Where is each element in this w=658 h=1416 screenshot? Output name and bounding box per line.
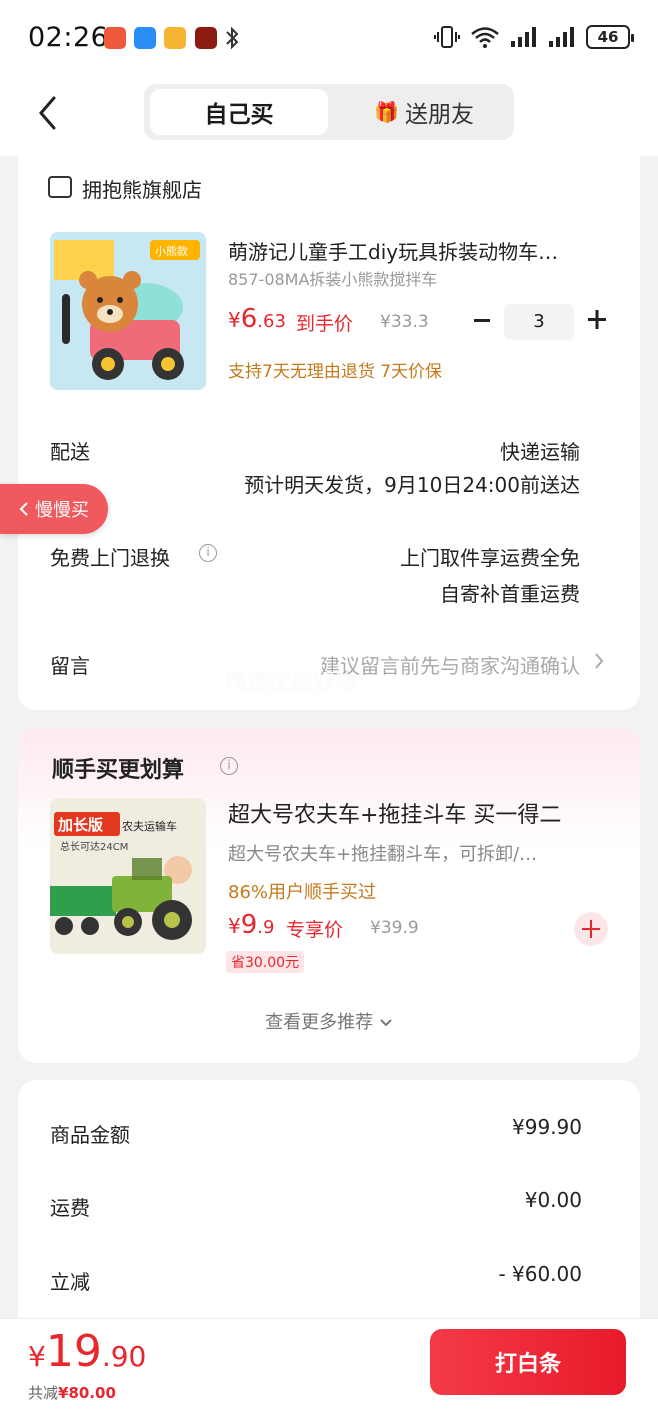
delivery-method: 快递运输 [500,440,580,464]
addon-popularity: 86%用户顺手买过 [228,882,377,903]
delivery-label: 配送 [50,440,90,464]
addon-product-image[interactable]: 加长版 农夫运输车 总长可达24CM [50,798,206,954]
minus-icon [474,319,490,322]
signal-icon [511,27,536,47]
product-original-price: ¥33.3 [380,312,429,332]
vibrate-icon [434,26,460,48]
return-self-ship-info: 自寄补首重运费 [440,582,580,606]
chevron-down-icon [380,1019,392,1027]
chevron-right-icon[interactable] [594,652,604,674]
product-image[interactable]: 小熊款 [50,232,206,390]
product-promise: 支持7天无理由退货 7天价保 [228,362,443,382]
message-input[interactable]: 建议留言前先与商家沟通确认 [320,650,580,679]
back-button[interactable] [32,93,62,133]
slow-buy-button[interactable]: 慢慢买 [0,484,108,534]
addon-image-badge: 加长版 [57,816,103,834]
gift-icon: 🎁 [374,100,399,124]
addon-price: ¥9.9 [228,910,275,940]
info-icon[interactable]: i [199,544,217,562]
total-price: ¥19.90 [28,1326,147,1377]
shipping-fee-value: ¥0.00 [524,1188,582,1212]
view-more-recommendations[interactable]: 查看更多推荐 [0,1008,658,1034]
quantity-input[interactable]: 3 [504,304,574,340]
product-price: ¥6.63 [228,304,286,334]
pay-later-button[interactable]: 打白条 [430,1329,626,1395]
product-title[interactable]: 萌游记儿童手工diy玩具拆装动物车… [228,236,598,265]
bluetooth-icon [224,24,240,56]
chevron-left-icon [19,502,28,516]
status-time: 02:26 [28,22,109,53]
battery-indicator: 46 [586,25,634,49]
shipping-fee-label: 运费 [50,1196,90,1220]
addon-section-title: 顺手买更划算 [52,758,185,783]
store-icon [48,176,72,198]
plus-icon [582,920,600,938]
back-arrow-icon [39,96,56,130]
addon-save-badge: 省30.00元 [226,951,305,973]
discount-label: 立减 [50,1270,90,1294]
addon-add-button[interactable] [574,912,608,946]
wifi-icon [471,27,499,48]
discount-value: - ¥60.00 [498,1262,582,1286]
goods-amount-value: ¥99.90 [512,1115,582,1139]
delivery-eta: 预计明天发货，9月10日24:00前送达 [244,473,580,497]
addon-product-title[interactable]: 超大号农夫车+拖挂斗车 买一得二 [228,797,561,829]
plus-icon [588,310,606,329]
addon-product-subtitle[interactable]: 超大号农夫车+拖挂翻斗车，可拆卸/… [228,840,588,866]
store-name[interactable]: 拥抱熊旗舰店 [82,174,202,203]
product-sku[interactable]: 857-08MA拆装小熊款搅拌车 [228,266,437,290]
addon-image-caption: 农夫运输车 [122,819,177,833]
slow-buy-label: 慢慢买 [35,500,89,521]
tab-gift-friend-label: 送朋友 [404,102,474,128]
addon-price-tag: 专享价 [286,919,344,941]
status-indicators: 46 [434,24,634,50]
return-pickup-info: 上门取件享运费全免 [400,546,580,570]
quantity-increase-button[interactable] [584,304,610,338]
message-icon [134,27,156,49]
tab-gift-friend[interactable]: 🎁 送朋友 [340,89,508,135]
missed-call-icon [104,27,126,49]
product-price-tag: 到手价 [296,313,354,335]
watermark-text: 精选优质好物 [225,670,358,695]
app-icon [195,27,217,49]
goods-amount-label: 商品金额 [50,1123,130,1147]
tab-buy-self[interactable]: 自己买 [150,89,328,135]
signal-icon-2 [549,27,574,47]
message-label: 留言 [50,654,90,678]
info-icon[interactable]: i [220,757,238,775]
view-more-label: 查看更多推荐 [265,1012,374,1033]
email-icon [164,27,186,49]
total-savings: 共减¥80.00 [28,1384,116,1402]
quantity-decrease-button[interactable] [470,306,494,338]
addon-original-price: ¥39.9 [370,918,419,938]
free-return-label: 免费上门退换 [50,546,170,570]
addon-image-length: 总长可达24CM [60,840,128,853]
product-image-badge: 小熊款 [155,244,188,258]
